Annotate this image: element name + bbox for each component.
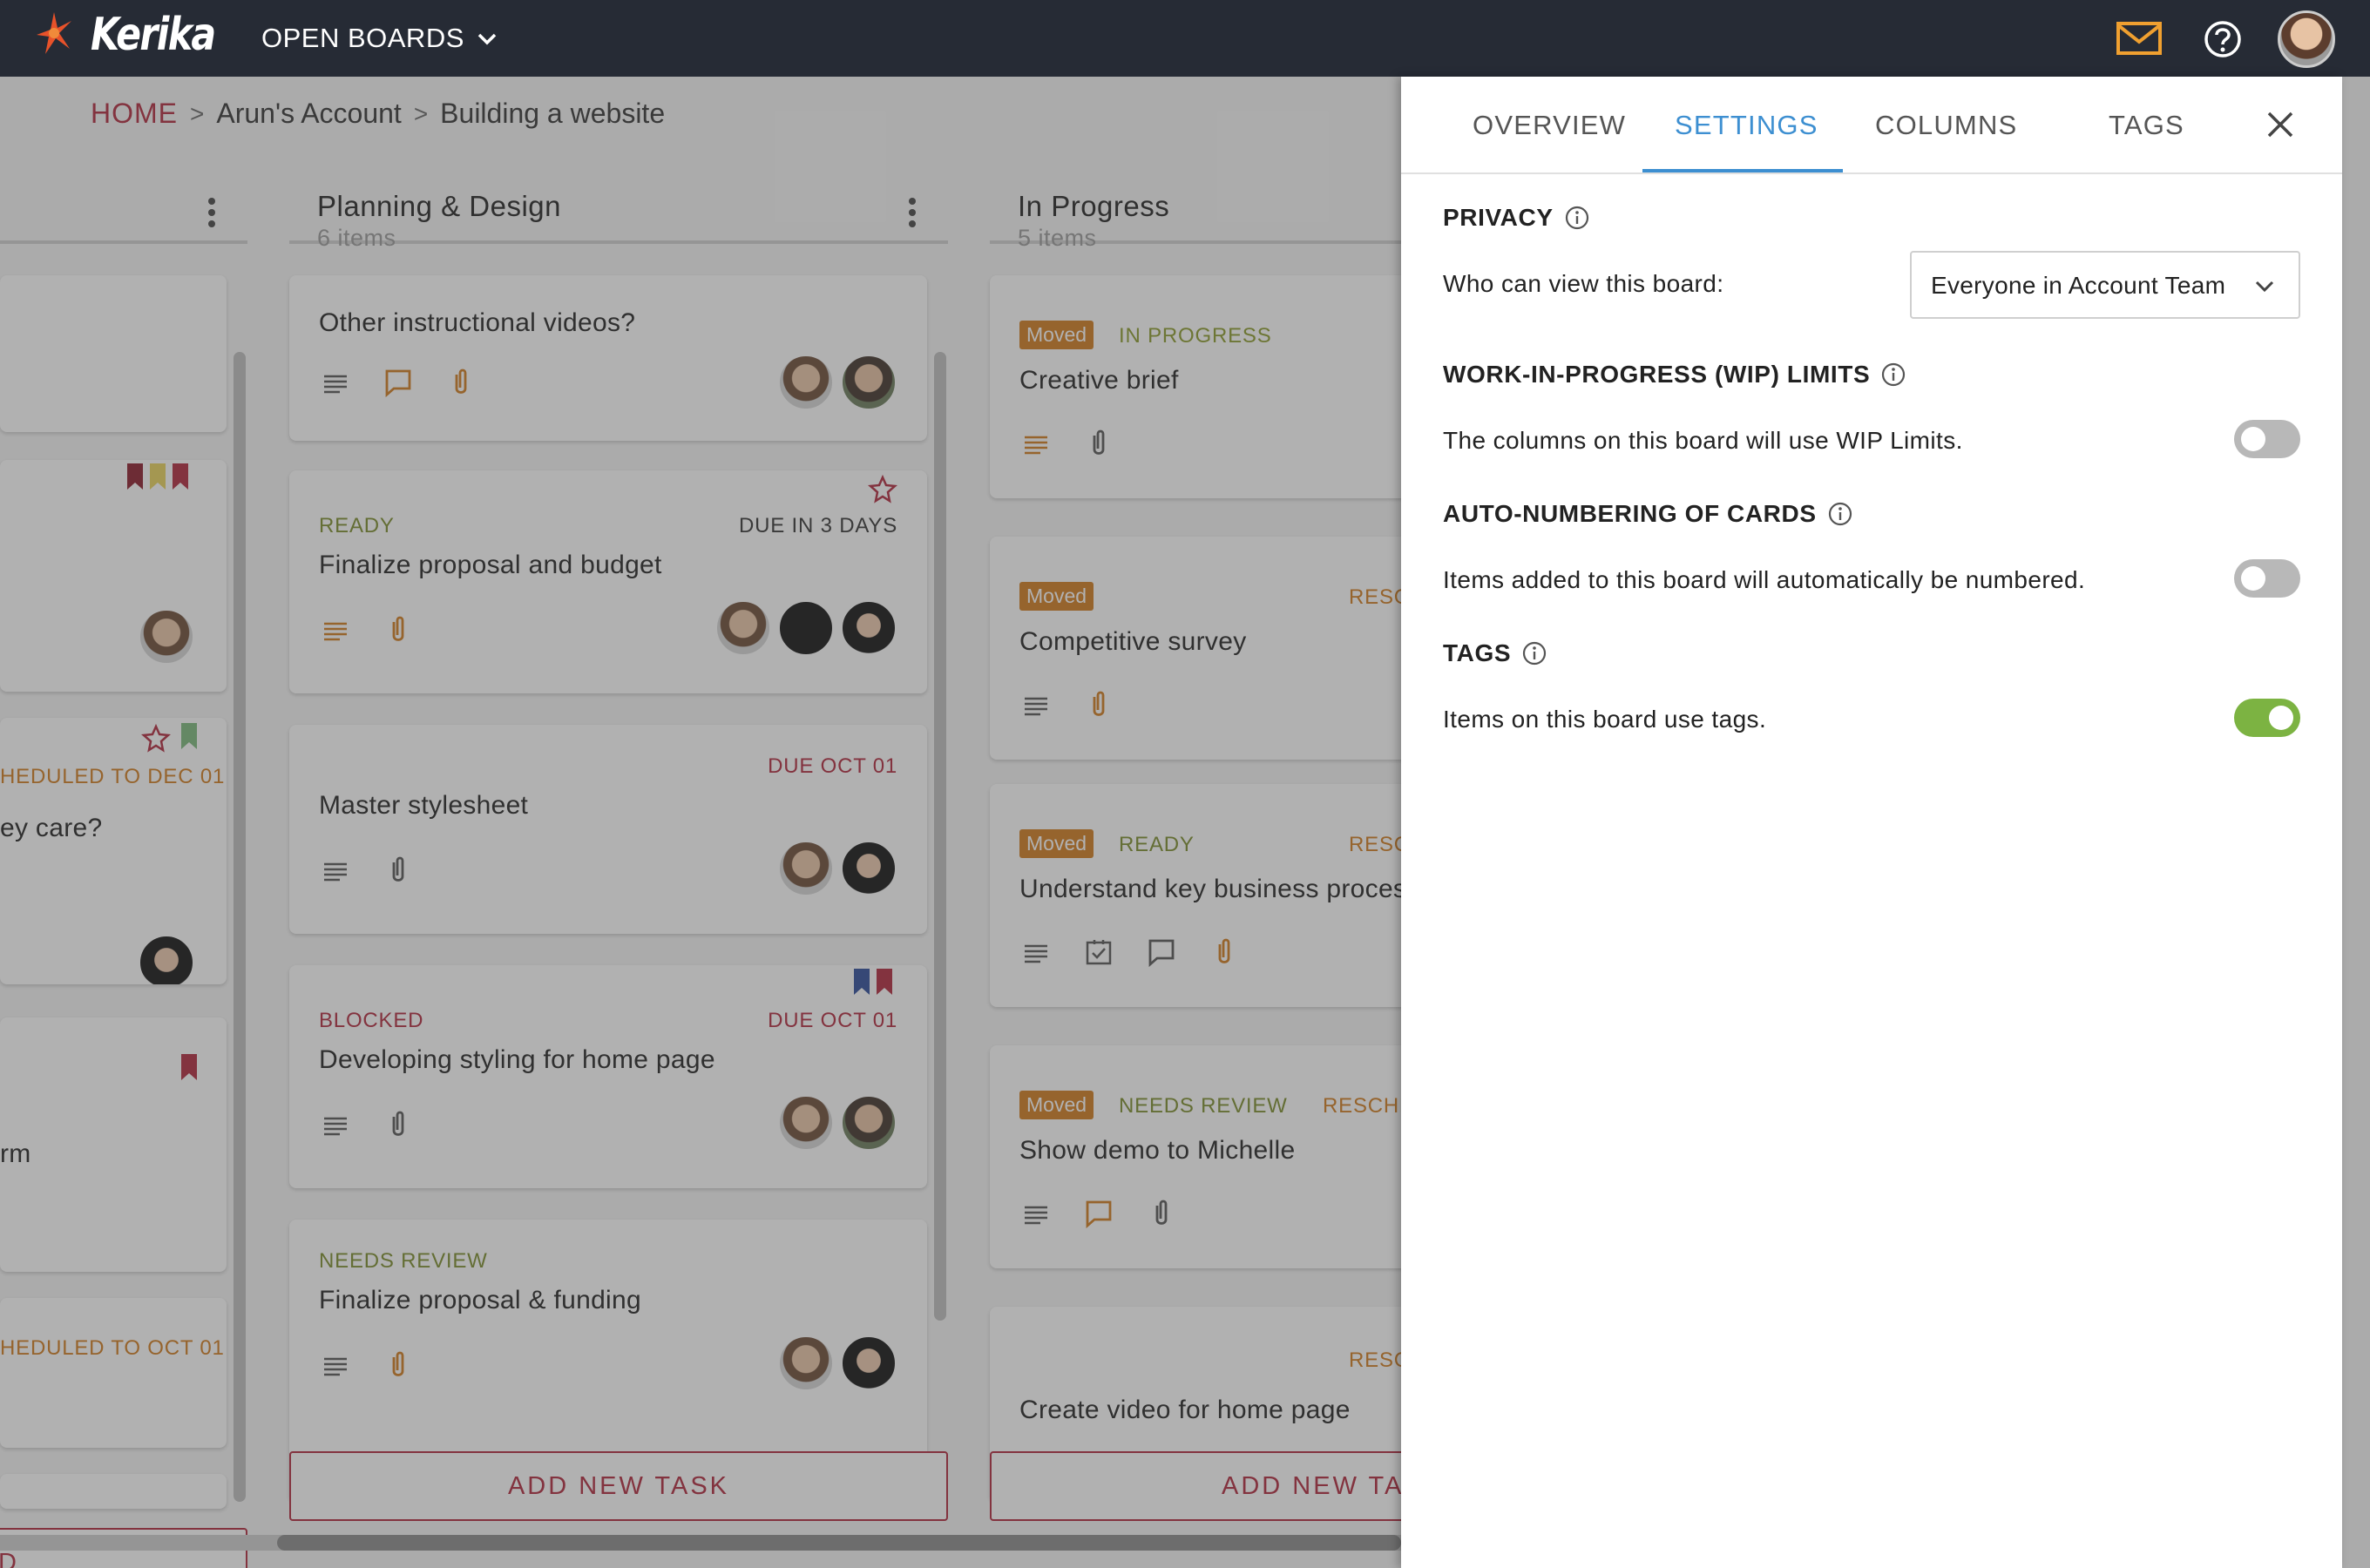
- wip-toggle[interactable]: [2234, 420, 2300, 458]
- open-boards-menu[interactable]: OPEN BOARDS: [261, 23, 464, 54]
- section-title-text: TAGS: [1443, 639, 1512, 666]
- auto-numbering-description: Items added to this board will automatic…: [1443, 566, 2086, 593]
- wip-description: The columns on this board will use WIP L…: [1443, 427, 1963, 454]
- section-title-text: PRIVACY: [1443, 204, 1554, 231]
- privacy-label: Who can view this board:: [1443, 270, 1724, 297]
- active-tab-indicator: [1642, 169, 1843, 172]
- toggle-knob: [2241, 427, 2265, 451]
- info-icon[interactable]: [1827, 501, 1853, 527]
- board-settings-panel: OVERVIEW SETTINGS COLUMNS TAGS PRIVACY W…: [1401, 77, 2342, 1568]
- chevron-down-icon[interactable]: [474, 26, 500, 52]
- auto-numbering-section-title: AUTO-NUMBERING OF CARDS: [1443, 500, 1853, 528]
- help-icon[interactable]: [2203, 19, 2243, 59]
- info-icon[interactable]: [1880, 362, 1906, 388]
- info-icon[interactable]: [1564, 205, 1590, 231]
- tab-overview[interactable]: OVERVIEW: [1473, 110, 1626, 141]
- tab-tags[interactable]: TAGS: [2109, 110, 2184, 141]
- app-logo-text[interactable]: Kerika: [91, 9, 216, 61]
- privacy-select[interactable]: Everyone in Account Team: [1910, 251, 2300, 319]
- tab-columns[interactable]: COLUMNS: [1875, 110, 2017, 141]
- close-icon[interactable]: [2264, 108, 2297, 141]
- tags-description: Items on this board use tags.: [1443, 706, 1767, 733]
- tags-section-title: TAGS: [1443, 639, 1547, 667]
- tags-toggle[interactable]: [2234, 699, 2300, 737]
- toggle-knob: [2269, 706, 2293, 730]
- toggle-knob: [2241, 566, 2265, 591]
- info-icon[interactable]: [1521, 640, 1547, 666]
- user-avatar[interactable]: [2278, 10, 2335, 68]
- privacy-section-title: PRIVACY: [1443, 204, 1590, 232]
- panel-tabs: OVERVIEW SETTINGS COLUMNS TAGS: [1401, 77, 2342, 174]
- chevron-down-icon: [2255, 280, 2274, 293]
- tab-settings[interactable]: SETTINGS: [1675, 110, 1818, 141]
- section-title-text: AUTO-NUMBERING OF CARDS: [1443, 500, 1817, 527]
- wip-section-title: WORK-IN-PROGRESS (WIP) LIMITS: [1443, 361, 1906, 389]
- mail-icon[interactable]: [2116, 21, 2163, 56]
- section-title-text: WORK-IN-PROGRESS (WIP) LIMITS: [1443, 361, 1871, 388]
- privacy-select-value: Everyone in Account Team: [1931, 272, 2226, 299]
- kerika-logo-icon[interactable]: [33, 9, 77, 59]
- auto-numbering-toggle[interactable]: [2234, 559, 2300, 598]
- top-bar: Kerika OPEN BOARDS: [0, 0, 2370, 77]
